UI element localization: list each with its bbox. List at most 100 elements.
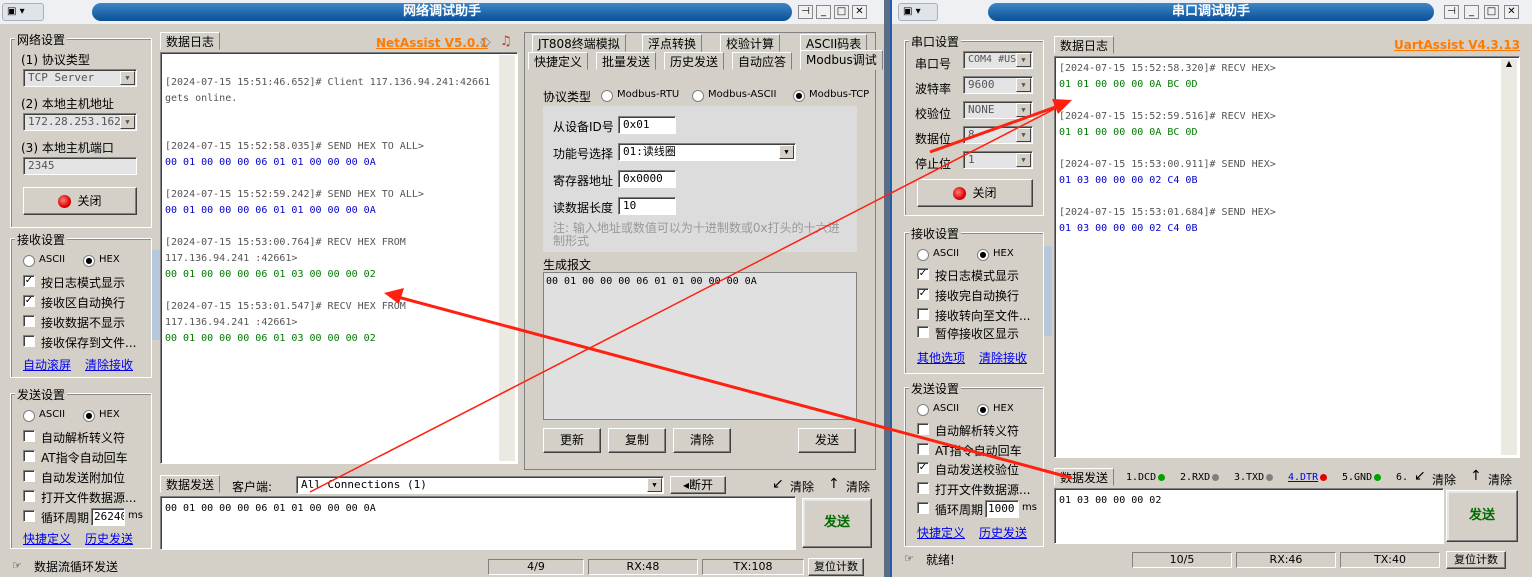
pin-icon[interactable]: ⊣ [1444, 5, 1459, 19]
hide-data-checkbox[interactable] [23, 315, 35, 327]
close-port-button[interactable]: 关闭 [917, 179, 1033, 207]
redirect-file-checkbox[interactable] [917, 308, 929, 320]
scroll-up-icon[interactable]: ▲ [1501, 59, 1517, 68]
receive-log[interactable]: [2024-07-15 15:52:58.320]# RECV HEX> 01 … [1054, 56, 1520, 458]
auto-wrap-checkbox[interactable]: ✓ [23, 295, 35, 307]
copy-button[interactable]: 复制 [608, 428, 666, 453]
save-file-checkbox[interactable] [23, 335, 35, 347]
stopbits-select[interactable]: 1 ▼ [963, 151, 1033, 169]
generated-box[interactable]: 00 01 00 00 00 06 01 01 00 00 00 0A [543, 272, 857, 420]
clear-all-label[interactable]: 清除 [1488, 471, 1512, 488]
dtr-signal[interactable]: 4.DTR [1288, 472, 1328, 483]
reset-count-button[interactable]: 复位计数 [808, 558, 864, 576]
tab-data-log[interactable]: 数据日志 [160, 32, 221, 50]
databits-select[interactable]: 8 ▼ [963, 126, 1033, 144]
history-send-link[interactable]: 历史发送 [979, 524, 1027, 541]
reset-count-button[interactable]: 复位计数 [1446, 551, 1506, 569]
ascii-radio[interactable] [917, 404, 929, 416]
clear-icon[interactable]: ↑ [1470, 468, 1482, 484]
tab-jt808[interactable]: JT808终端模拟 [532, 34, 626, 52]
length-input[interactable]: 10 [618, 197, 676, 215]
loop-checkbox[interactable] [917, 502, 929, 514]
protocol-select[interactable]: TCP Server ▼ [23, 69, 137, 87]
hex-radio[interactable]: ● [977, 249, 989, 261]
close-button[interactable]: ✕ [1504, 5, 1519, 19]
tab-data-log[interactable]: 数据日志 [1054, 36, 1115, 54]
quick-define-link[interactable]: 快捷定义 [23, 530, 71, 547]
pin-icon[interactable]: ⊣ [798, 5, 813, 19]
minimize-button[interactable]: _ [1464, 5, 1479, 19]
register-input[interactable]: 0x0000 [618, 170, 676, 188]
log-scrollbar[interactable] [499, 55, 515, 461]
tab-modbus[interactable]: Modbus调试 [800, 50, 883, 70]
minimize-button[interactable]: _ [816, 5, 831, 19]
ascii-radio[interactable] [23, 410, 35, 422]
hex-radio[interactable]: ● [83, 255, 95, 267]
period-input[interactable]: 26240 [91, 508, 125, 526]
clear-send-label[interactable]: 清除 [790, 478, 814, 495]
period-input[interactable]: 1000 [985, 500, 1019, 518]
send-modbus-button[interactable]: 发送 [798, 428, 856, 453]
auto-scroll-link[interactable]: 自动滚屏 [23, 356, 71, 373]
tab-data-send[interactable]: 数据发送 [160, 475, 221, 493]
maximize-button[interactable]: □ [834, 5, 849, 19]
file-source-checkbox[interactable] [917, 482, 929, 494]
clear-all-label[interactable]: 清除 [846, 478, 870, 495]
auto-wrap-checkbox[interactable]: ✓ [917, 288, 929, 300]
function-select[interactable]: 01:读线圈 ▼ [618, 143, 796, 161]
send-input[interactable]: 00 01 00 00 00 06 01 01 00 00 00 0A [160, 496, 796, 550]
disconnect-button[interactable]: ◂断开 [670, 476, 726, 494]
at-cr-checkbox[interactable] [23, 450, 35, 462]
tab-quick-define[interactable]: 快捷定义 [528, 52, 589, 70]
system-menu-icon[interactable]: ▣ ▾ [2, 3, 44, 21]
clear-send-label[interactable]: 清除 [1432, 471, 1456, 488]
hex-radio[interactable]: ● [83, 410, 95, 422]
escape-checkbox[interactable] [917, 423, 929, 435]
parity-select[interactable]: NONE ▼ [963, 101, 1033, 119]
tab-checksum[interactable]: 校验计算 [720, 34, 781, 52]
escape-checkbox[interactable] [23, 430, 35, 442]
slave-id-input[interactable]: 0x01 [618, 116, 676, 134]
port-input[interactable]: 2345 [23, 157, 137, 175]
at-cr-checkbox[interactable] [917, 443, 929, 455]
modbus-ascii-radio[interactable] [692, 90, 704, 102]
ascii-radio[interactable] [917, 249, 929, 261]
tab-history-send[interactable]: 历史发送 [664, 52, 725, 70]
client-select[interactable]: All Connections (1) ▼ [296, 476, 664, 494]
tab-float-convert[interactable]: 浮点转换 [642, 34, 703, 52]
send-input[interactable]: 01 03 00 00 00 02 [1054, 488, 1444, 544]
system-menu-icon[interactable]: ▣ ▾ [898, 3, 938, 21]
bell-icon[interactable]: ♫ [500, 34, 512, 49]
clear-icon[interactable]: ↙ [1414, 468, 1426, 484]
loop-checkbox[interactable] [23, 510, 35, 522]
quick-define-link[interactable]: 快捷定义 [917, 524, 965, 541]
file-source-checkbox[interactable] [23, 490, 35, 502]
clear-icon[interactable]: ↙ [772, 476, 784, 492]
clear-button[interactable]: 清除 [673, 428, 731, 453]
tab-batch-send[interactable]: 批量发送 [596, 52, 657, 70]
splitter-handle[interactable] [152, 250, 160, 340]
send-button[interactable]: 发送 [802, 498, 872, 548]
update-button[interactable]: 更新 [543, 428, 601, 453]
clear-receive-link[interactable]: 清除接收 [85, 356, 133, 373]
clear-icon[interactable]: ↑ [828, 476, 840, 492]
history-send-link[interactable]: 历史发送 [85, 530, 133, 547]
clear-receive-link[interactable]: 清除接收 [979, 349, 1027, 366]
tcp-radio[interactable]: ● [793, 90, 805, 102]
splitter-handle[interactable] [1044, 246, 1052, 336]
tab-auto-reply[interactable]: 自动应答 [732, 52, 793, 70]
append-bit-checkbox[interactable] [23, 470, 35, 482]
log-scrollbar[interactable]: ▲ [1501, 59, 1517, 455]
brand-link[interactable]: NetAssist V5.0.1 [376, 36, 488, 50]
hex-radio[interactable]: ● [977, 404, 989, 416]
pause-display-checkbox[interactable] [917, 326, 929, 338]
diamond-icon[interactable]: ◇ [480, 34, 491, 50]
port-select[interactable]: COM4 #USI ▼ [963, 51, 1033, 69]
close-button[interactable]: ✕ [852, 5, 867, 19]
log-mode-checkbox[interactable]: ✓ [23, 275, 35, 287]
log-mode-checkbox[interactable]: ✓ [917, 268, 929, 280]
send-button[interactable]: 发送 [1446, 490, 1518, 542]
close-connection-button[interactable]: 关闭 [23, 187, 137, 215]
maximize-button[interactable]: □ [1484, 5, 1499, 19]
rtu-radio[interactable] [601, 90, 613, 102]
